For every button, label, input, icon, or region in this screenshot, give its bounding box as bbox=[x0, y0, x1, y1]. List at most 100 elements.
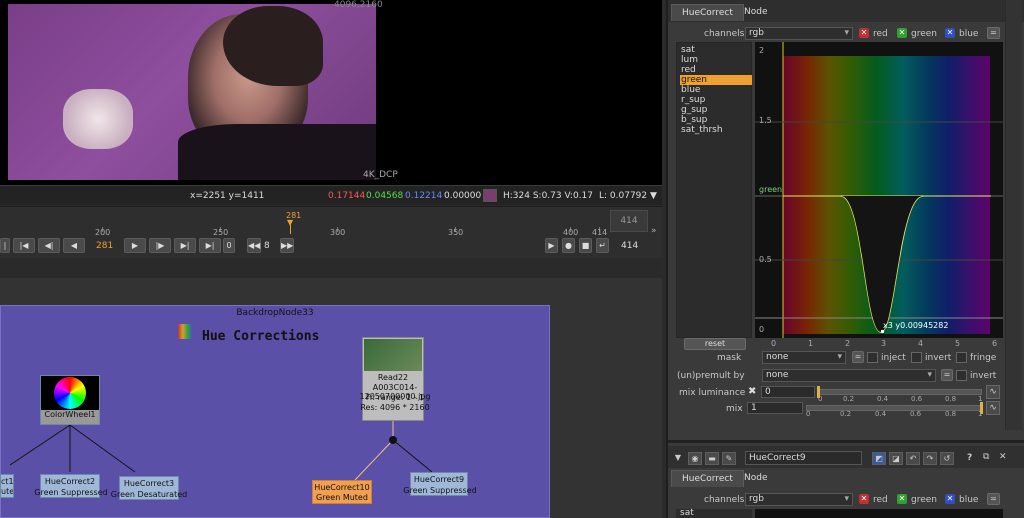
green-checkbox[interactable]: ✕ bbox=[897, 494, 907, 504]
out-frame-field[interactable]: 414 bbox=[621, 241, 638, 251]
curve-item[interactable]: sat bbox=[680, 509, 694, 518]
curve-svg[interactable] bbox=[755, 42, 1003, 338]
channels-label: channels bbox=[704, 495, 745, 505]
curve-item[interactable]: blue bbox=[680, 85, 752, 95]
invert-premult-checkbox[interactable] bbox=[956, 370, 967, 381]
curve-graph[interactable] bbox=[755, 509, 1003, 518]
step-field[interactable]: 8 bbox=[264, 241, 270, 251]
curve-item[interactable]: r_sup bbox=[680, 95, 752, 105]
tab-huecorrect[interactable]: HueCorrect bbox=[671, 4, 744, 21]
curve-list[interactable]: sat lum red green blue r_sup g_sup b_sup… bbox=[676, 42, 752, 338]
float-icon[interactable]: ⧉ bbox=[983, 452, 989, 462]
next-keyframe-button[interactable]: ▶| bbox=[174, 238, 196, 253]
slider-tick: 0.8 bbox=[945, 410, 957, 418]
curve-item[interactable]: red bbox=[680, 65, 752, 75]
red-checkbox[interactable]: ✕ bbox=[859, 494, 869, 504]
backdrop-label: Hue Corrections bbox=[202, 329, 320, 344]
first-frame-button[interactable]: |◀ bbox=[13, 238, 35, 253]
inject-checkbox[interactable] bbox=[867, 352, 878, 363]
slider-tick: 0.2 bbox=[840, 410, 852, 418]
curve-item[interactable]: sat bbox=[680, 45, 752, 55]
curve-item[interactable]: g_sup bbox=[680, 105, 752, 115]
record-button[interactable]: ● bbox=[562, 238, 575, 253]
tick-label: 200 bbox=[95, 228, 111, 237]
animation-icon[interactable]: ✖ bbox=[748, 386, 756, 397]
channels-link-button[interactable]: = bbox=[987, 27, 1000, 39]
curve-item[interactable]: b_sup bbox=[680, 115, 752, 125]
graph-x-label: 3 bbox=[881, 339, 887, 348]
curve-item[interactable]: sat_thrsh bbox=[680, 125, 752, 135]
expand-icon[interactable]: » bbox=[651, 226, 657, 236]
blue-value: 0.12214 bbox=[405, 191, 443, 201]
premult-dropdown[interactable]: none bbox=[762, 369, 936, 382]
close-icon[interactable]: ✕ bbox=[999, 452, 1007, 462]
info-menu-icon[interactable]: ▼ bbox=[650, 191, 657, 201]
curve-editor-icon[interactable]: ∿ bbox=[986, 401, 1000, 415]
premult-link-button[interactable]: = bbox=[941, 369, 953, 381]
huecorrect10-node[interactable]: HueCorrect10 Green Muted bbox=[312, 480, 372, 504]
color-swatch bbox=[483, 189, 497, 202]
color-icon[interactable]: ▬ bbox=[705, 452, 719, 465]
panel-scrollbar[interactable] bbox=[1005, 0, 1022, 430]
mask-dropdown[interactable]: none bbox=[762, 351, 846, 364]
color-picker-icon[interactable]: ◩ bbox=[872, 452, 886, 465]
help-button[interactable]: ? bbox=[967, 453, 972, 463]
mask-label: mask bbox=[717, 353, 742, 363]
revert-icon[interactable]: ↺ bbox=[940, 452, 954, 465]
mask-link-button[interactable]: = bbox=[852, 351, 864, 363]
node-name-field[interactable]: HueCorrect9 bbox=[745, 451, 862, 465]
huecorrect-node-partial[interactable]: ct1 uted bbox=[0, 474, 14, 498]
last-frame-button[interactable]: ▶| bbox=[199, 238, 221, 253]
prev-keyframe-button[interactable]: ◀| bbox=[38, 238, 60, 253]
reset-button[interactable]: reset bbox=[684, 338, 746, 350]
slider-tick: 0.6 bbox=[910, 410, 922, 418]
current-frame-field[interactable]: 281 bbox=[96, 241, 113, 251]
tick-label: 350 bbox=[448, 228, 464, 237]
blue-checkbox[interactable]: ✕ bbox=[945, 494, 955, 504]
next-frame-button[interactable]: |▶ bbox=[149, 238, 171, 253]
curve-editor-icon[interactable]: ∿ bbox=[986, 385, 1000, 399]
red-checkbox[interactable]: ✕ bbox=[859, 28, 869, 38]
graph-x-label: 4 bbox=[918, 339, 924, 348]
invert-mask-checkbox[interactable] bbox=[911, 352, 922, 363]
curve-item-selected[interactable]: green bbox=[680, 75, 752, 85]
viewer-icon[interactable]: ◉ bbox=[688, 452, 702, 465]
blue-checkbox[interactable]: ✕ bbox=[945, 28, 955, 38]
colorwheel-node[interactable]: ColorWheel1 bbox=[40, 375, 100, 425]
viewer-canvas[interactable]: 4096,2160 4K_DCP bbox=[0, 0, 662, 185]
mix-luminance-field[interactable]: 0 bbox=[761, 386, 815, 398]
play-mode-button[interactable]: ▶ bbox=[545, 238, 558, 253]
tool-icon[interactable]: ✎ bbox=[722, 452, 736, 465]
swatch-icon[interactable]: ◪ bbox=[889, 452, 903, 465]
curve-item[interactable]: lum bbox=[680, 55, 752, 65]
loop-button[interactable]: ■ bbox=[579, 238, 592, 253]
channels-dropdown[interactable]: rgb bbox=[745, 27, 853, 40]
zero-button[interactable]: 0 bbox=[223, 238, 235, 253]
backdrop-icon bbox=[178, 324, 192, 339]
undo-icon[interactable]: ↶ bbox=[906, 452, 920, 465]
tab-huecorrect[interactable]: HueCorrect bbox=[671, 470, 744, 487]
prev-key-button[interactable]: | bbox=[0, 238, 10, 253]
point-readout: x3 y0.00945282 bbox=[883, 321, 949, 330]
prev-frame-button[interactable]: ◀ bbox=[63, 238, 85, 253]
play-forward-button[interactable]: ▶ bbox=[124, 238, 146, 253]
curve-list[interactable]: sat bbox=[676, 509, 752, 518]
flipbook-button[interactable]: ↵ bbox=[596, 238, 609, 253]
node-sublabel: uted bbox=[1, 487, 14, 496]
node-label: ct1 bbox=[1, 477, 14, 486]
timeline-ruler[interactable]: 200 250 300 350 400 414 281 ▼ bbox=[0, 209, 610, 237]
pixel-info-bar: x=2251 y=1411 0.17144 0.04568 0.12214 0.… bbox=[0, 185, 662, 205]
green-checkbox[interactable]: ✕ bbox=[897, 28, 907, 38]
tab-node[interactable]: Node bbox=[734, 470, 778, 487]
channels-link-button[interactable]: = bbox=[987, 493, 1000, 505]
format-label: 4K_DCP bbox=[363, 170, 398, 180]
step-forward-button[interactable]: ▶▶ bbox=[280, 238, 294, 253]
collapse-icon[interactable]: ▼ bbox=[671, 452, 685, 465]
mix-field[interactable]: 1 bbox=[747, 402, 803, 414]
slider-tick: 0.8 bbox=[945, 395, 957, 403]
fringe-checkbox[interactable] bbox=[956, 352, 967, 363]
tab-node[interactable]: Node bbox=[734, 4, 778, 21]
step-back-button[interactable]: ◀◀ bbox=[247, 238, 261, 253]
channels-dropdown[interactable]: rgb bbox=[745, 493, 853, 506]
redo-icon[interactable]: ↷ bbox=[923, 452, 937, 465]
